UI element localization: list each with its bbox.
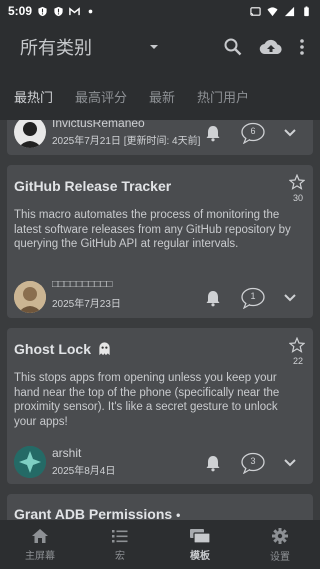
comment-count: 6 (250, 126, 256, 136)
macro-card[interactable]: Ghost Lock 22 This stops apps from openi… (7, 328, 313, 484)
wifi-icon (267, 6, 278, 16)
home-icon (32, 528, 48, 543)
gear-icon (272, 527, 288, 544)
tab-top-rated[interactable]: 最高评分 (67, 72, 135, 120)
star-count: 22 (292, 356, 303, 366)
overflow-menu-button[interactable] (294, 32, 310, 62)
tab-bar: 最热门 最高评分 最新 热门用户 (0, 72, 320, 120)
chevron-down-icon[interactable] (282, 289, 298, 305)
status-time: 5:09 (8, 4, 33, 18)
chevron-down-icon[interactable] (282, 124, 298, 140)
macro-title[interactable]: Ghost Lock (14, 341, 112, 357)
macro-card[interactable]: InvictusRemaneo 2025年7月21日 [更新时间: 4天前] 6 (7, 120, 313, 155)
avatar[interactable] (14, 446, 46, 478)
nav-macros-label: 宏 (115, 550, 125, 562)
more-vert-icon (300, 39, 304, 55)
nav-home-label: 主屏幕 (25, 550, 55, 562)
macro-feed[interactable]: InvictusRemaneo 2025年7月21日 [更新时间: 4天前] 6… (0, 120, 320, 520)
tab-newest[interactable]: 最新 (141, 72, 183, 120)
avatar-image-icon (18, 122, 42, 148)
tab-top-users[interactable]: 热门用户 (189, 72, 257, 120)
nav-settings[interactable]: 设置 (240, 520, 320, 569)
comment-count-button[interactable]: 3 (240, 452, 266, 475)
category-title[interactable]: 所有类别 (20, 34, 92, 60)
comment-count: 3 (250, 456, 256, 466)
author-name[interactable]: arshit (52, 446, 81, 460)
shield-icon (38, 6, 47, 16)
battery-icon (304, 5, 309, 16)
tab-most-popular[interactable]: 最热门 (6, 72, 61, 120)
bottom-navigation: 主屏幕 宏 模板 设置 (0, 520, 320, 569)
avatar[interactable] (14, 120, 46, 148)
comment-count-button[interactable]: 1 (240, 287, 266, 310)
search-button[interactable] (218, 32, 248, 62)
post-date: 2025年8月4日 (52, 466, 116, 477)
bell-icon[interactable] (204, 454, 222, 472)
post-date: 2025年7月21日 [更新时间: 4天前] (52, 136, 201, 147)
author-name[interactable]: InvictusRemaneo (52, 120, 145, 130)
screen: 5:09 所有类别 最热门 最高评分 最新 热门用户 InvictusReman… (0, 0, 320, 569)
macro-title-text: Grant ADB Permissions (14, 506, 173, 520)
macro-description[interactable]: This stops apps from opening unless you … (14, 371, 301, 429)
upload-button[interactable] (256, 32, 286, 62)
ghost-icon (99, 342, 110, 356)
status-bar: 5:09 (0, 0, 320, 22)
bell-icon[interactable] (204, 124, 222, 142)
author-name[interactable]: □□□□□□□□□□ (52, 279, 112, 290)
shield-icon (54, 6, 63, 16)
avatar-image-icon (14, 446, 46, 478)
comment-count-button[interactable]: 6 (240, 122, 266, 145)
post-date: 2025年7月23日 (52, 299, 121, 310)
templates-icon (190, 528, 211, 544)
macro-card[interactable]: Grant ADB Permissions • (7, 494, 313, 520)
chevron-down-icon[interactable] (282, 454, 298, 470)
bullet-icon: • (176, 508, 181, 520)
search-icon (224, 38, 242, 56)
star-icon[interactable] (289, 337, 305, 353)
signal-icon (284, 6, 295, 16)
star-icon[interactable] (289, 174, 305, 190)
avatar[interactable] (14, 281, 46, 313)
nav-home[interactable]: 主屏幕 (0, 520, 80, 569)
macro-title[interactable]: Grant ADB Permissions • (14, 506, 180, 520)
cast-icon (250, 6, 261, 16)
comment-count: 1 (250, 291, 256, 301)
macro-card[interactable]: GitHub Release Tracker 30 This macro aut… (7, 165, 313, 318)
bell-icon[interactable] (204, 289, 222, 307)
app-bar: 所有类别 (0, 22, 320, 72)
list-icon (112, 529, 128, 542)
cloud-upload-icon (259, 39, 282, 55)
macro-title-text: Ghost Lock (14, 341, 92, 357)
dropdown-arrow-icon[interactable] (148, 41, 160, 53)
nav-templates-label: 模板 (190, 550, 210, 562)
nav-templates[interactable]: 模板 (160, 520, 240, 569)
nav-settings-label: 设置 (270, 551, 290, 563)
star-count: 30 (292, 193, 303, 203)
avatar-image-icon (14, 281, 46, 313)
macro-title[interactable]: GitHub Release Tracker (14, 178, 171, 194)
macro-description[interactable]: This macro automates the process of moni… (14, 208, 301, 252)
nav-macros[interactable]: 宏 (80, 520, 160, 569)
dot-icon (88, 9, 93, 13)
gmail-icon (69, 6, 80, 15)
